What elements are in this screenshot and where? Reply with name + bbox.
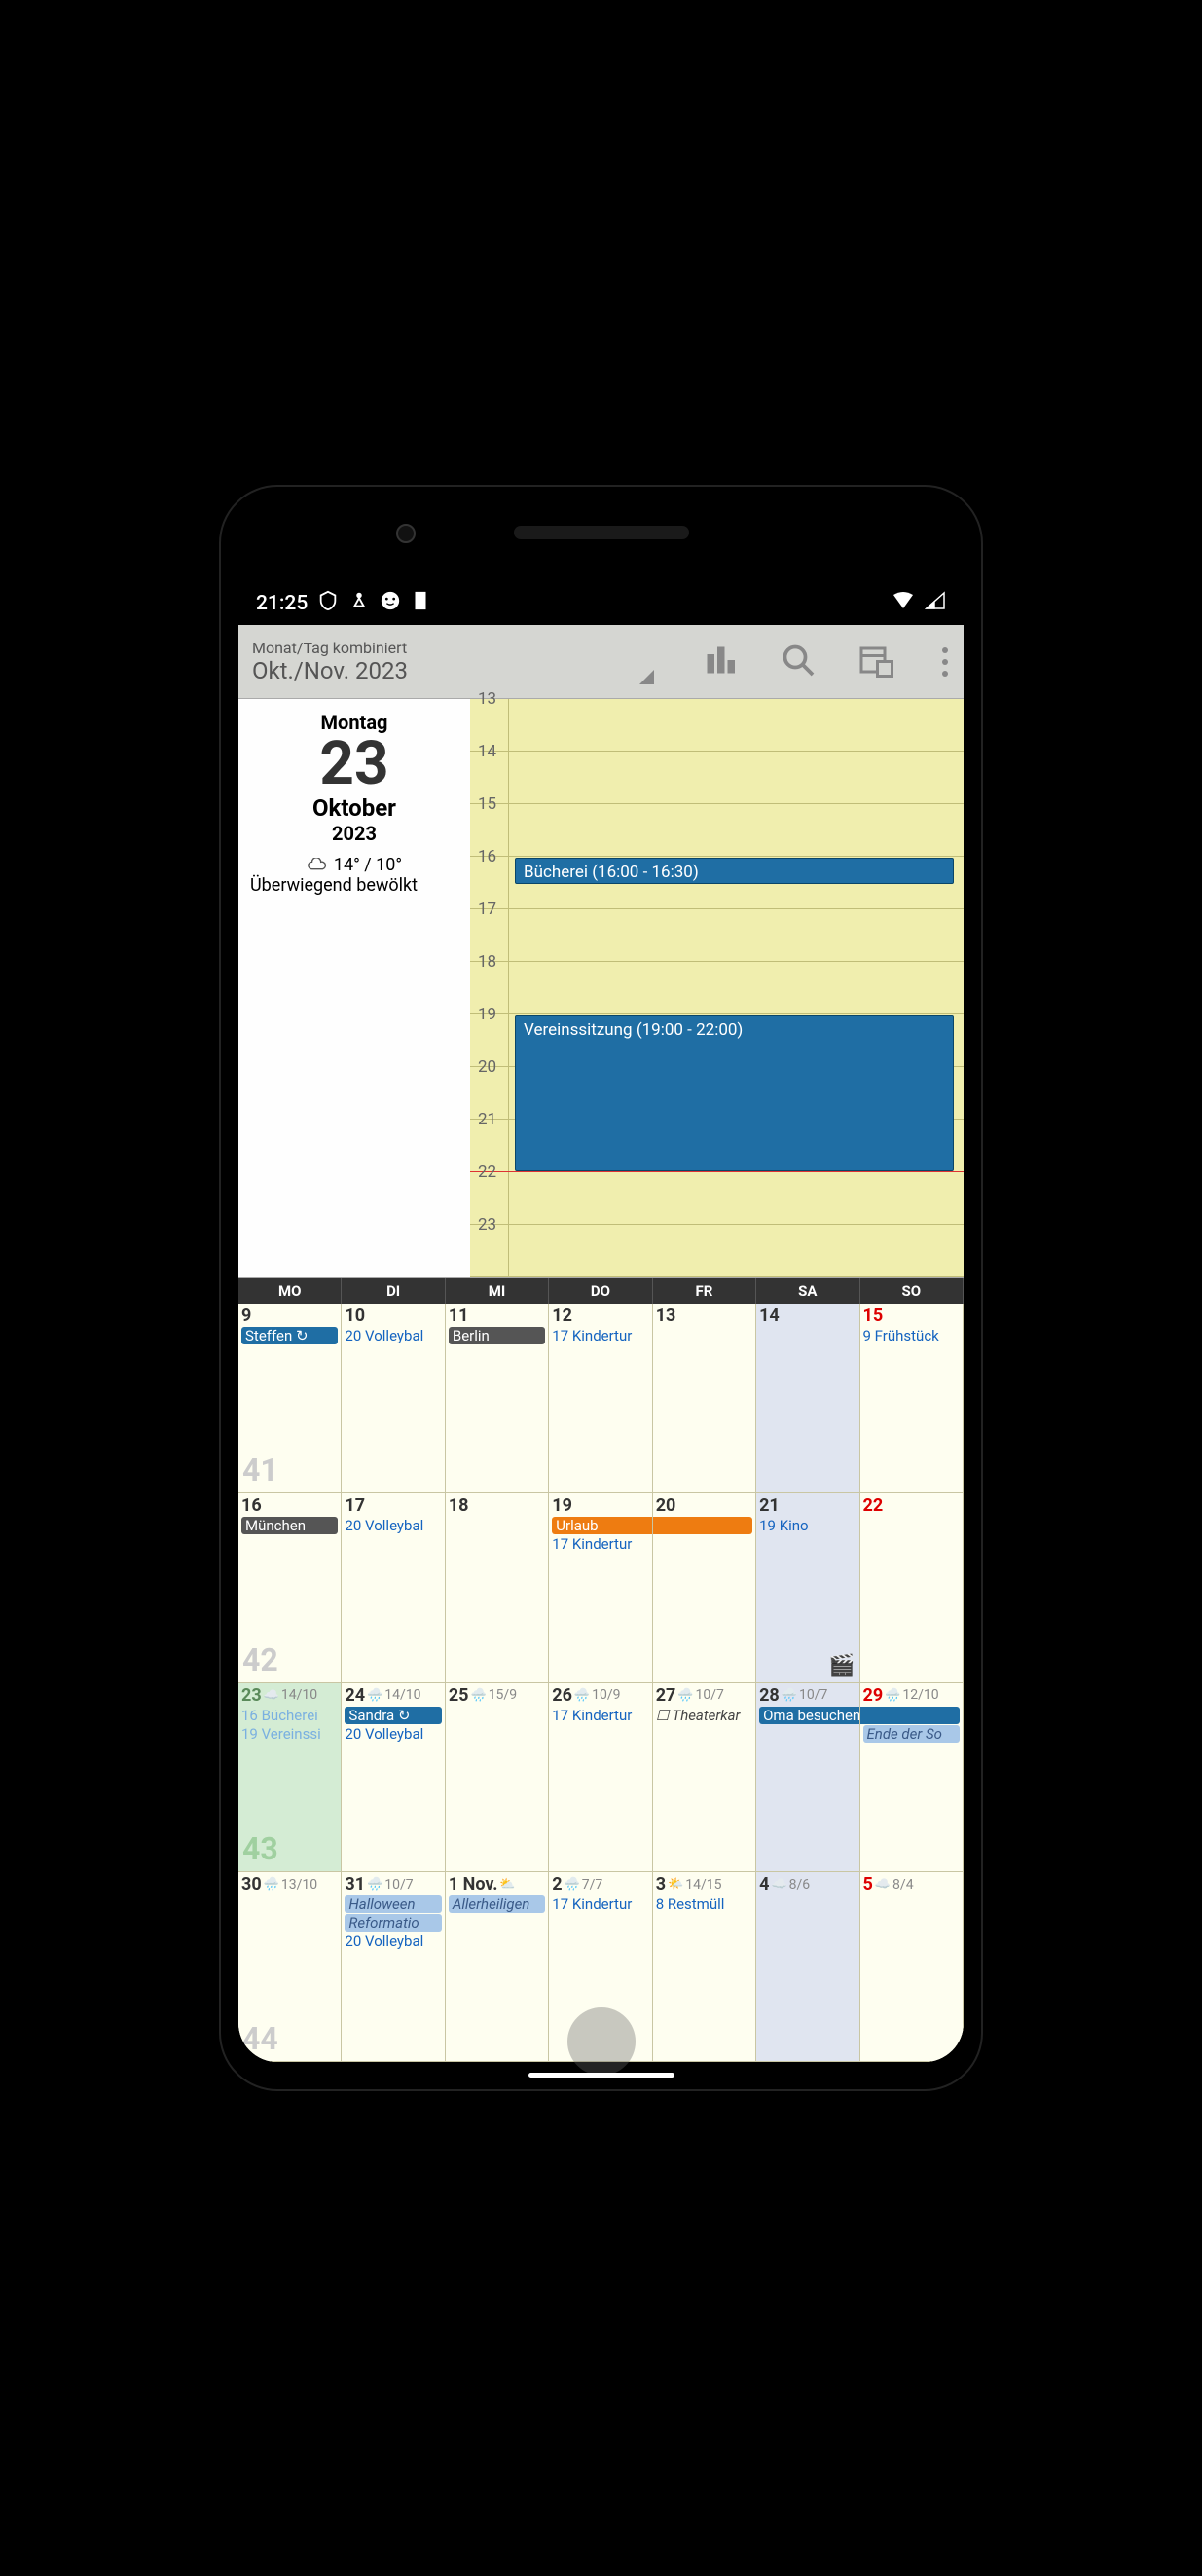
event-pill[interactable]: Ende der So [863,1725,960,1743]
day-cell[interactable]: 31🌧️10/7 Halloween Reformatio 20 Volleyb… [342,1872,445,2062]
event-text[interactable]: 16 Bücherei [241,1707,338,1724]
event-text[interactable]: 8 Restmüll [656,1895,752,1913]
status-time: 21:25 [256,592,308,615]
event-text[interactable]: 17 Kindertur [552,1327,648,1344]
day-cell[interactable]: 15 9 Frühstück [860,1304,964,1493]
event-text[interactable]: 19 Kino [759,1517,856,1534]
day-cell[interactable]: 30🌧️13/10 44 [238,1872,342,2062]
event-pill[interactable]: Reformatio [345,1914,441,1932]
weather-description: Überwiegend bewölkt [246,875,462,896]
day-cell[interactable]: 11 Berlin [446,1304,549,1493]
event-pill[interactable]: Berlin [449,1327,545,1344]
signal-icon [925,591,946,616]
event-text[interactable]: 20 Volleybal [345,1932,441,1950]
day-cell[interactable]: 12 17 Kindertur [549,1304,652,1493]
day-cell[interactable]: 17 20 Volleybal [342,1493,445,1683]
event-pill[interactable]: Allerheiligen [449,1895,545,1913]
event-text[interactable]: 20 Volleybal [345,1517,441,1534]
calendar-icon[interactable] [858,643,893,681]
day-cell[interactable]: 3🌤️14/15 8 Restmüll [653,1872,756,2062]
day-view: Montag 23 Oktober 2023 14° / 10° Überwie… [238,699,964,1278]
event-buecherei[interactable]: Bücherei (16:00 - 16:30) [515,858,954,884]
app-toolbar: Monat/Tag kombiniert Okt./Nov. 2023 [238,625,964,699]
month-grid: 9 Steffen ↻ 41 10 20 Volleybal 11 Berlin… [238,1304,964,2062]
hour-grid[interactable]: 13 14 15 16 17 18 19 20 21 22 23 Büchere… [470,699,964,1277]
event-text[interactable]: 19 Vereinssi [241,1725,338,1743]
day-cell[interactable]: 5☁️8/4 [860,1872,964,2062]
sd-icon [411,590,430,617]
event-text[interactable]: 17 Kindertur [552,1535,648,1553]
event-text[interactable]: 20 Volleybal [345,1725,441,1743]
weekday-header: MO DI MI DO FR SA SO [238,1278,964,1304]
day-cell[interactable]: 16 München 42 [238,1493,342,1683]
view-selector[interactable]: Monat/Tag kombiniert Okt./Nov. 2023 [248,639,664,684]
event-pill[interactable]: Steffen ↻ [241,1327,338,1344]
dropdown-icon [639,670,654,684]
day-cell[interactable]: 26🌧️10/9 17 Kindertur [549,1683,652,1873]
day-cell[interactable]: 29🌧️12/10 Ende der So [860,1683,964,1873]
event-pill[interactable]: Halloween [345,1895,441,1913]
wifi-icon [892,591,915,616]
event-pill[interactable]: Oma besuchen [759,1707,859,1724]
month-label: Oktober [246,794,462,822]
day-cell[interactable]: 20 [653,1493,756,1683]
event-pill[interactable]: München [241,1517,338,1534]
day-cell[interactable]: 10 20 Volleybal [342,1304,445,1493]
day-cell[interactable]: 18 [446,1493,549,1683]
event-vereinssitzung[interactable]: Vereinssitzung (19:00 - 22:00) [515,1015,954,1171]
view-mode-label: Monat/Tag kombiniert [252,639,664,657]
day-cell[interactable]: 22 [860,1493,964,1683]
event-text[interactable]: 17 Kindertur [552,1895,648,1913]
event-text[interactable]: ☐ Theaterkar [656,1707,752,1724]
event-pill[interactable]: Urlaub [552,1517,652,1534]
film-icon: 🎬 [828,1654,855,1678]
event-text[interactable]: 20 Volleybal [345,1327,441,1344]
day-cell[interactable]: 19 Urlaub 17 Kindertur [549,1493,652,1683]
status-bar: 21:25 [238,582,964,625]
face-icon [380,590,401,617]
search-icon[interactable] [781,643,816,681]
sync-icon [348,590,370,617]
day-cell[interactable]: 14 [756,1304,859,1493]
weather-temp: 14° / 10° [246,855,462,875]
day-number: 23 [246,734,462,794]
day-cell[interactable]: 1 Nov.⛅ Allerheiligen [446,1872,549,2062]
cloud-icon [307,858,328,873]
day-info-panel[interactable]: Montag 23 Oktober 2023 14° / 10° Überwie… [238,699,470,1277]
year-label: 2023 [246,822,462,845]
event-text[interactable]: 17 Kindertur [552,1707,648,1724]
event-pill[interactable]: Sandra ↻ [345,1707,441,1724]
day-cell[interactable]: 28🌧️10/7 Oma besuchen [756,1683,859,1873]
day-cell[interactable]: 13 [653,1304,756,1493]
day-cell[interactable]: 9 Steffen ↻ 41 [238,1304,342,1493]
day-cell[interactable]: 4☁️8/6 [756,1872,859,2062]
overflow-menu-icon[interactable] [936,647,954,677]
day-cell[interactable]: 25🌧️15/9 [446,1683,549,1873]
day-cell-today[interactable]: 23☁️14/10 16 Bücherei 19 Vereinssi 43 [238,1683,342,1873]
day-cell[interactable]: 27🌧️10/7 ☐ Theaterkar [653,1683,756,1873]
date-range-label: Okt./Nov. 2023 [252,657,664,684]
shield-icon [317,590,339,617]
day-cell[interactable]: 24🌧️14/10 Sandra ↻ 20 Volleybal [342,1683,445,1873]
event-text[interactable]: 9 Frühstück [863,1327,960,1344]
day-cell[interactable]: 21 19 Kino 🎬 [756,1493,859,1683]
stats-icon[interactable] [703,643,738,681]
